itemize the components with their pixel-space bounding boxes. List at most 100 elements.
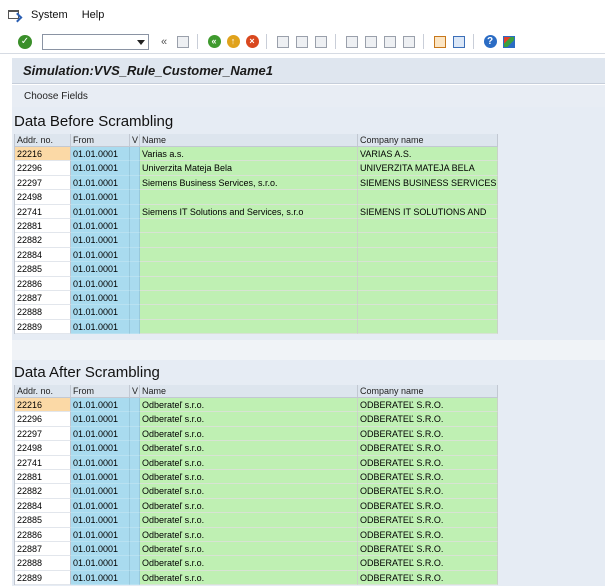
cell-addr[interactable]: 22296: [15, 161, 71, 176]
cell-addr[interactable]: 22889: [15, 319, 71, 335]
cell-company[interactable]: SIEMENS BUSINESS SERVICES: [358, 175, 498, 191]
cell-name[interactable]: [140, 233, 358, 248]
cell-addr[interactable]: 22889: [15, 570, 71, 586]
cell-name[interactable]: Siemens Business Services, s.r.o.: [140, 175, 358, 191]
cell-name[interactable]: Odberateľ s.r.o.: [140, 441, 358, 456]
cell-addr[interactable]: 22885: [15, 513, 71, 528]
cell-v[interactable]: [130, 441, 140, 456]
cell-v[interactable]: [130, 218, 140, 234]
table-row[interactable]: 22889 01.01.0001: [15, 319, 498, 335]
cell-from[interactable]: 01.01.0001: [71, 175, 130, 191]
cell-from[interactable]: 01.01.0001: [71, 527, 130, 542]
previous-page-icon[interactable]: [364, 35, 378, 49]
column-header-name[interactable]: Name: [140, 134, 358, 146]
cell-company[interactable]: ODBERATEĽ S.R.O.: [358, 541, 498, 557]
cell-name[interactable]: Odberateľ s.r.o.: [140, 541, 358, 557]
cell-from[interactable]: 01.01.0001: [71, 233, 130, 248]
cell-company[interactable]: ODBERATEĽ S.R.O.: [358, 412, 498, 427]
command-field[interactable]: [42, 33, 149, 50]
cell-company[interactable]: ODBERATEĽ S.R.O.: [358, 469, 498, 485]
cell-v[interactable]: [130, 455, 140, 470]
column-header-addr[interactable]: Addr. no.: [15, 134, 71, 146]
cell-company[interactable]: ODBERATEĽ S.R.O.: [358, 426, 498, 442]
cell-name[interactable]: Varias a.s.: [140, 147, 358, 162]
cell-addr[interactable]: 22882: [15, 484, 71, 499]
cell-from[interactable]: 01.01.0001: [71, 513, 130, 528]
cell-from[interactable]: 01.01.0001: [71, 556, 130, 571]
cell-name[interactable]: [140, 247, 358, 263]
table-row[interactable]: 22741 01.01.0001 Siemens IT Solutions and …: [15, 204, 498, 219]
cell-addr[interactable]: 22297: [15, 175, 71, 191]
cell-v[interactable]: [130, 262, 140, 277]
table-row[interactable]: 22881 01.01.0001: [15, 218, 498, 234]
cell-v[interactable]: [130, 233, 140, 248]
choose-fields-button[interactable]: Choose Fields: [24, 91, 88, 102]
cell-addr[interactable]: 22888: [15, 556, 71, 571]
table-row[interactable]: 22886 01.01.0001 Odberateľ s.r.o. ODBERATEĽ…: [15, 527, 498, 542]
save-icon[interactable]: [176, 35, 190, 49]
cell-from[interactable]: 01.01.0001: [71, 412, 130, 427]
table-row[interactable]: 22741 01.01.0001 Odberateľ s.r.o. ODBERATEĽ…: [15, 455, 498, 470]
cell-from[interactable]: 01.01.0001: [71, 398, 130, 413]
shortcut-icon[interactable]: [452, 35, 466, 49]
cell-v[interactable]: [130, 161, 140, 176]
cell-v[interactable]: [130, 527, 140, 542]
cell-from[interactable]: 01.01.0001: [71, 484, 130, 499]
cell-company[interactable]: ODBERATEĽ S.R.O.: [358, 556, 498, 571]
cell-addr[interactable]: 22887: [15, 541, 71, 557]
column-header-from[interactable]: From: [71, 134, 130, 146]
table-row[interactable]: 22296 01.01.0001 Univerzita Mateja Bela UNI…: [15, 161, 498, 176]
table-row[interactable]: 22216 01.01.0001 Varias a.s. VARIAS A.S.: [15, 147, 498, 162]
table-row[interactable]: 22882 01.01.0001 Odberateľ s.r.o. ODBERATEĽ…: [15, 484, 498, 499]
cell-addr[interactable]: 22498: [15, 441, 71, 456]
cell-from[interactable]: 01.01.0001: [71, 455, 130, 470]
enter-icon[interactable]: ✓: [18, 34, 32, 49]
cell-v[interactable]: [130, 190, 140, 205]
cell-name[interactable]: [140, 276, 358, 291]
column-header-from[interactable]: From: [71, 385, 130, 397]
cell-name[interactable]: Odberateľ s.r.o.: [140, 527, 358, 542]
cell-company[interactable]: ODBERATEĽ S.R.O.: [358, 527, 498, 542]
cell-name[interactable]: Odberateľ s.r.o.: [140, 426, 358, 442]
cell-from[interactable]: 01.01.0001: [71, 262, 130, 277]
cell-v[interactable]: [130, 290, 140, 306]
cell-name[interactable]: Odberateľ s.r.o.: [140, 498, 358, 514]
cell-from[interactable]: 01.01.0001: [71, 469, 130, 485]
cell-from[interactable]: 01.01.0001: [71, 441, 130, 456]
cell-addr[interactable]: 22887: [15, 290, 71, 306]
cell-v[interactable]: [130, 398, 140, 413]
cell-company[interactable]: ODBERATEĽ S.R.O.: [358, 441, 498, 456]
cell-v[interactable]: [130, 513, 140, 528]
menu-system[interactable]: System: [31, 9, 68, 21]
cell-name[interactable]: Odberateľ s.r.o.: [140, 513, 358, 528]
cell-name[interactable]: Odberateľ s.r.o.: [140, 455, 358, 470]
cell-name[interactable]: Siemens IT Solutions and Services, s.r.o: [140, 204, 358, 219]
cell-from[interactable]: 01.01.0001: [71, 161, 130, 176]
cell-name[interactable]: [140, 305, 358, 320]
column-header-company[interactable]: Company name: [358, 134, 498, 146]
cell-company[interactable]: [358, 290, 498, 306]
cell-name[interactable]: Odberateľ s.r.o.: [140, 570, 358, 586]
cell-addr[interactable]: 22886: [15, 276, 71, 291]
cell-company[interactable]: [358, 247, 498, 263]
cell-addr[interactable]: 22882: [15, 233, 71, 248]
table-row[interactable]: 22297 01.01.0001 Siemens Business Services…: [15, 175, 498, 191]
cell-addr[interactable]: 22886: [15, 527, 71, 542]
column-header-name[interactable]: Name: [140, 385, 358, 397]
last-page-icon[interactable]: [402, 35, 416, 49]
cell-from[interactable]: 01.01.0001: [71, 190, 130, 205]
cell-name[interactable]: Odberateľ s.r.o.: [140, 412, 358, 427]
cell-addr[interactable]: 22498: [15, 190, 71, 205]
cell-addr[interactable]: 22216: [15, 398, 71, 413]
cell-from[interactable]: 01.01.0001: [71, 426, 130, 442]
cell-company[interactable]: ODBERATEĽ S.R.O.: [358, 455, 498, 470]
find-next-icon[interactable]: [314, 35, 328, 49]
menu-help[interactable]: Help: [82, 9, 105, 21]
cell-addr[interactable]: 22296: [15, 412, 71, 427]
column-header-v[interactable]: V: [130, 134, 140, 146]
table-row[interactable]: 22881 01.01.0001 Odberateľ s.r.o. ODBERATEĽ…: [15, 469, 498, 485]
cell-from[interactable]: 01.01.0001: [71, 570, 130, 586]
exit-icon[interactable]: ↑: [226, 35, 240, 49]
cell-company[interactable]: UNIVERZITA MATEJA BELA: [358, 161, 498, 176]
cell-addr[interactable]: 22888: [15, 305, 71, 320]
